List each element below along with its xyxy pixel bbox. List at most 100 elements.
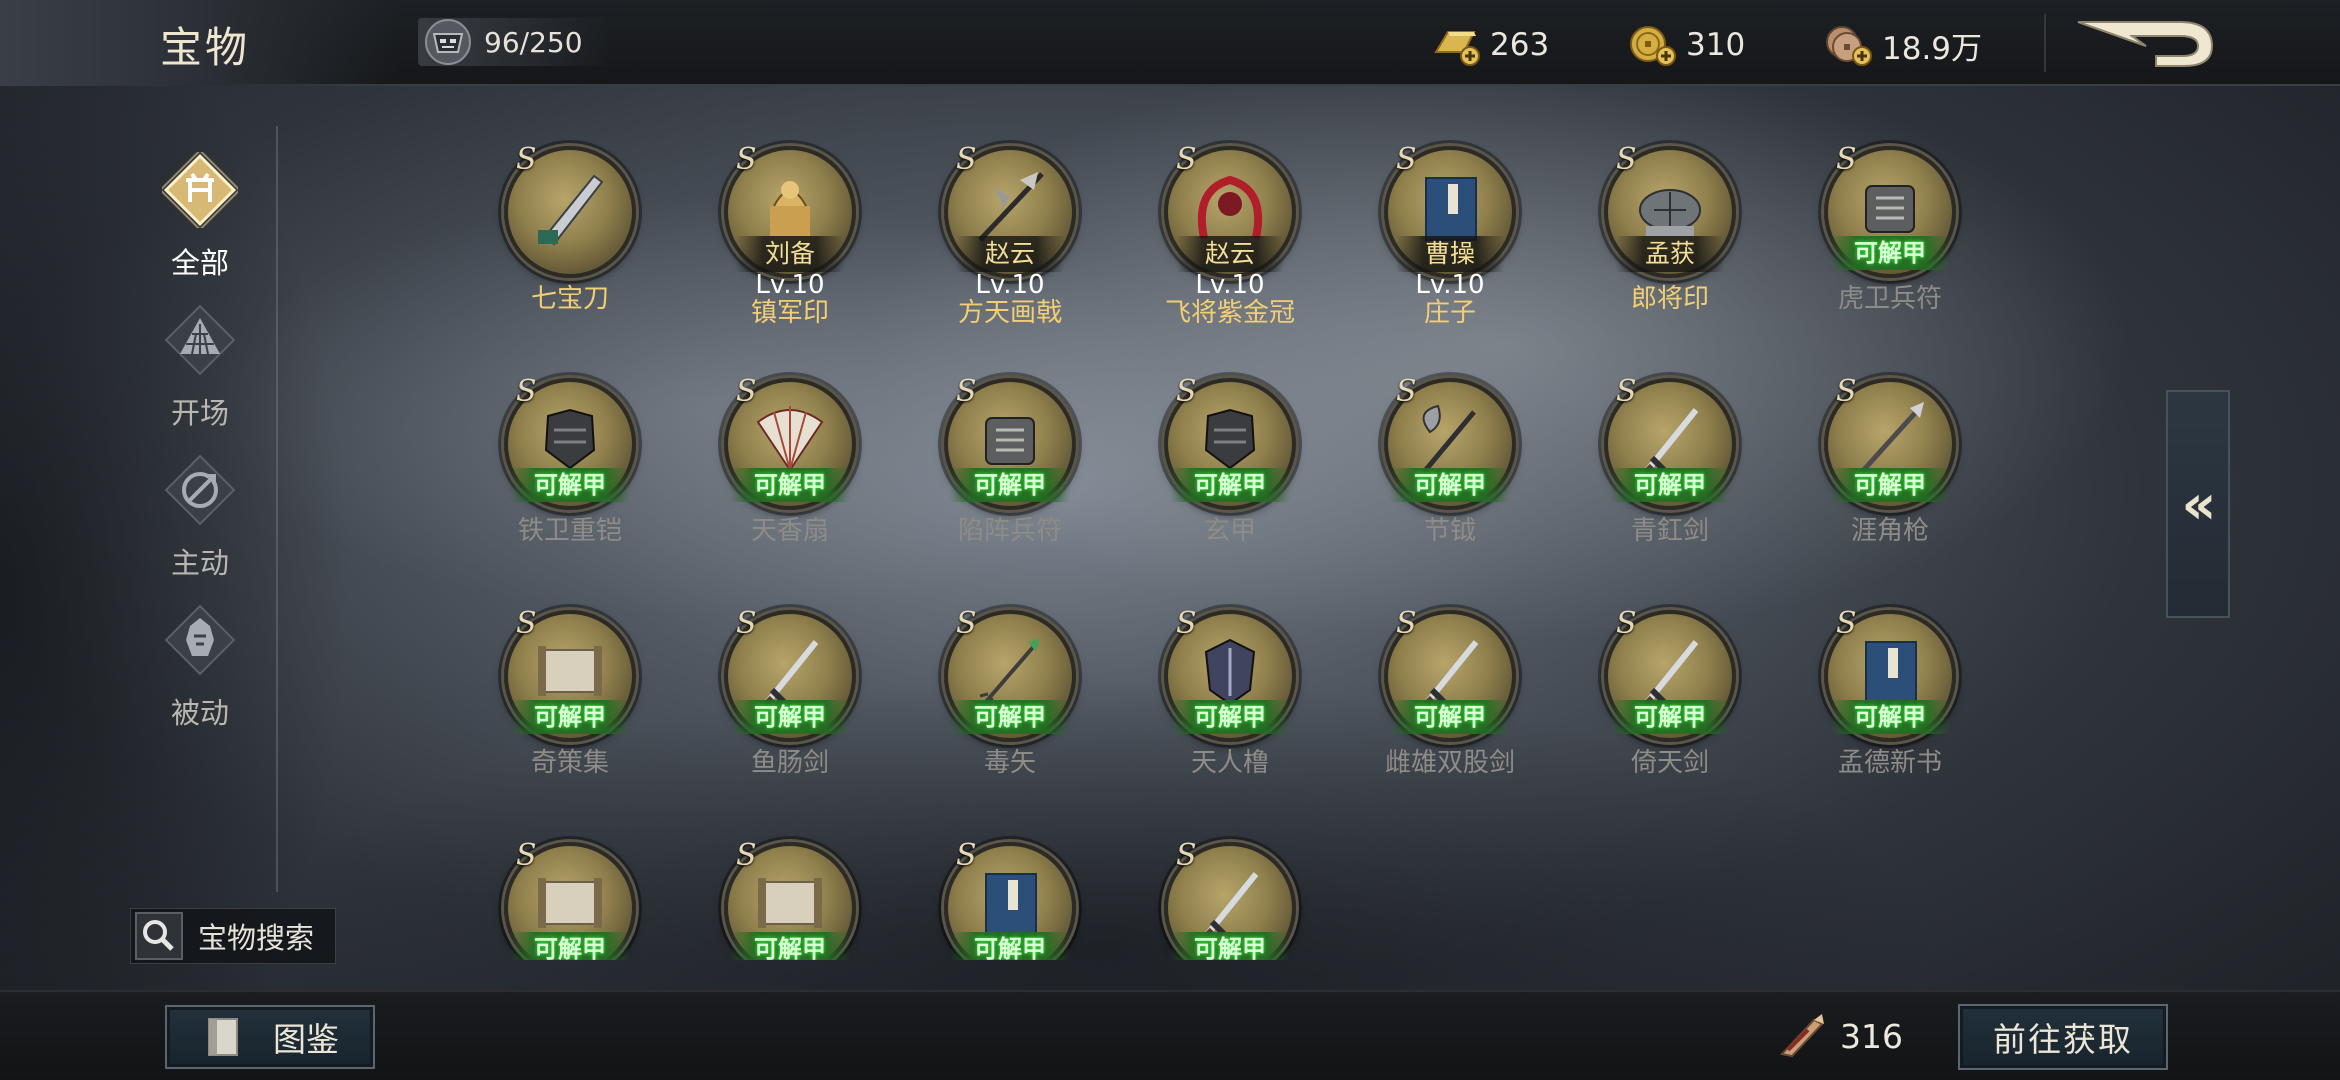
treasure-name: 涯角枪 — [1850, 516, 1929, 546]
grade-s-mark: S — [956, 606, 977, 641]
treasure-medal: S 可解甲 — [934, 368, 1086, 520]
back-arrow-icon[interactable] — [2072, 16, 2222, 72]
treasure-name: 奇策集 — [530, 748, 609, 778]
unlock-badge: 可解甲 — [1610, 700, 1730, 734]
treasure-card[interactable]: S 可解甲 天香扇 — [700, 362, 880, 562]
nav-label-all: 全部 — [170, 246, 229, 280]
treasure-card[interactable]: S 可解甲 雌雄双股剑 — [1360, 594, 1540, 794]
treasure-card[interactable]: S 可解甲 毒矢 — [920, 594, 1100, 794]
capacity-counter: 96/250 — [418, 18, 608, 66]
nav-item-passive[interactable]: 被动 — [130, 590, 270, 730]
treasure-card[interactable]: S 可解甲 — [1140, 826, 1320, 960]
grade-s-mark: S — [1836, 142, 1857, 177]
top-bar: 宝物 96/250 263 310 18.9万 — [0, 0, 2340, 86]
unlock-badge: 可解甲 — [950, 700, 1070, 734]
treasure-card[interactable]: S 孟获 郎将印 — [1580, 130, 1760, 330]
codex-button[interactable]: 图鉴 — [165, 1005, 375, 1069]
treasure-card[interactable]: S 可解甲 倚天剑 — [1580, 594, 1760, 794]
treasure-card[interactable]: S 可解甲 天人橹 — [1140, 594, 1320, 794]
grade-s-mark: S — [1396, 374, 1417, 409]
treasure-name: 七宝刀 — [530, 284, 609, 314]
grade-s-mark: S — [736, 838, 757, 873]
unlock-badge: 可解甲 — [1830, 468, 1950, 502]
page-title: 宝物 — [160, 23, 251, 72]
unlock-badge: 可解甲 — [1390, 468, 1510, 502]
treasure-card[interactable]: S 可解甲 奇策集 — [480, 594, 660, 794]
treasure-card[interactable]: S 可解甲 节钺 — [1360, 362, 1540, 562]
treasure-card[interactable]: S 刘备 Lv.10 镇军印 — [700, 130, 880, 330]
treasure-card[interactable]: S 可解甲玄甲 — [1140, 362, 1320, 562]
treasure-card[interactable]: S 可解甲 虎卫兵符 — [1800, 130, 1980, 330]
unlock-badge: 可解甲 — [1170, 700, 1290, 734]
grade-s-mark: S — [1836, 374, 1857, 409]
treasure-name: 庄子 — [1423, 298, 1476, 328]
treasure-card[interactable]: S 七宝刀 — [480, 130, 660, 330]
collapse-panel-tab[interactable]: « — [2166, 390, 2230, 618]
treasure-name: 青釭剑 — [1630, 516, 1709, 546]
double-chevron-left-icon: « — [2181, 472, 2217, 536]
treasure-card[interactable]: S 赵云 Lv.10 飞将紫金冠 — [1140, 130, 1320, 330]
treasure-card[interactable]: S 可解甲 陷阵兵符 — [920, 362, 1100, 562]
token-counter: 316 — [1774, 1010, 1903, 1062]
grade-s-mark: S — [1396, 142, 1417, 177]
treasure-card[interactable]: S 可解甲 鱼肠剑 — [700, 594, 880, 794]
treasure-name: 玄甲 — [1203, 516, 1256, 546]
treasure-medal: S 可解甲 — [934, 832, 1086, 960]
treasure-medal: S 赵云 — [1154, 136, 1306, 288]
treasure-medal: S 赵云 — [934, 136, 1086, 288]
treasure-name: 天香扇 — [750, 516, 829, 546]
nav-item-all[interactable]: 全部 — [130, 140, 270, 280]
unlock-badge: 可解甲 — [730, 700, 850, 734]
go-obtain-button[interactable]: 前往获取 — [1958, 1004, 2168, 1070]
treasure-card[interactable]: S 可解甲青釭剑 — [1580, 362, 1760, 562]
treasure-search-button[interactable]: 宝物搜索 — [130, 908, 336, 964]
unlock-badge: 可解甲 — [1170, 468, 1290, 502]
treasure-card[interactable]: S 曹操 Lv.10 庄子 — [1360, 130, 1540, 330]
unlock-badge: 可解甲 — [510, 468, 630, 502]
treasure-medal: S 可解甲 — [1154, 600, 1306, 752]
treasure-art-blade-icon — [538, 174, 604, 246]
currency-copper[interactable]: 18.9万 — [1822, 20, 1982, 70]
currency-coin[interactable]: 310 — [1626, 20, 1745, 70]
treasure-card[interactable]: S 赵云 Lv.10 方天画戟 — [920, 130, 1100, 330]
treasure-card[interactable]: S 可解甲 铁卫重铠 — [480, 362, 660, 562]
nav-item-active[interactable]: 主动 — [130, 440, 270, 580]
currency-gold[interactable]: 263 — [1430, 20, 1549, 70]
unlock-badge: 可解甲 — [1830, 236, 1950, 270]
treasure-grid: S 七宝刀 S 刘备 Lv.10 镇军印 S 赵云 Lv.10 方天画戟 S 赵云 Lv.10 飞将紫金冠… — [480, 130, 2020, 960]
treasure-card[interactable]: S 可解甲 — [700, 826, 880, 960]
grade-s-mark: S — [956, 142, 977, 177]
treasure-name: 雌雄双股剑 — [1384, 748, 1515, 778]
unlock-badge: 可解甲 — [1170, 932, 1290, 960]
treasure-name: 镇军印 — [750, 298, 829, 328]
grade-s-mark: S — [956, 838, 977, 873]
search-label: 宝物搜索 — [198, 921, 315, 955]
grade-s-mark: S — [956, 374, 977, 409]
grade-s-mark: S — [1616, 374, 1637, 409]
owner-label: 孟获 — [1616, 236, 1724, 272]
nav-item-opening[interactable]: 开场 — [130, 290, 270, 430]
grade-s-mark: S — [1176, 374, 1197, 409]
grade-s-mark: S — [516, 142, 537, 177]
treasure-medal: S 可解甲 — [1374, 368, 1526, 520]
treasure-name: 方天画戟 — [957, 298, 1062, 328]
treasure-name: 陷阵兵符 — [957, 516, 1062, 546]
grade-s-mark: S — [736, 606, 757, 641]
codex-label: 图鉴 — [273, 1020, 339, 1059]
treasure-card[interactable]: S 可解甲 — [920, 826, 1100, 960]
grade-s-mark: S — [1176, 142, 1197, 177]
treasure-card[interactable]: S 可解甲涯角枪 — [1800, 362, 1980, 562]
treasure-card[interactable]: S 可解甲 — [480, 826, 660, 960]
unlock-badge: 可解甲 — [510, 700, 630, 734]
treasure-card[interactable]: S 可解甲 孟德新书 — [1800, 594, 1980, 794]
unlock-badge: 可解甲 — [1610, 468, 1730, 502]
owner-label: 刘备 — [736, 236, 844, 272]
active-skill-icon — [164, 454, 236, 526]
gold-ingot-icon — [1434, 31, 1480, 66]
all-treasure-icon — [162, 152, 238, 228]
treasure-medal: S 可解甲 — [494, 600, 646, 752]
grade-s-mark: S — [1616, 142, 1637, 177]
gold-coin-icon — [1630, 26, 1676, 66]
unlock-badge: 可解甲 — [1830, 700, 1950, 734]
quill-token-icon — [1780, 1014, 1824, 1058]
